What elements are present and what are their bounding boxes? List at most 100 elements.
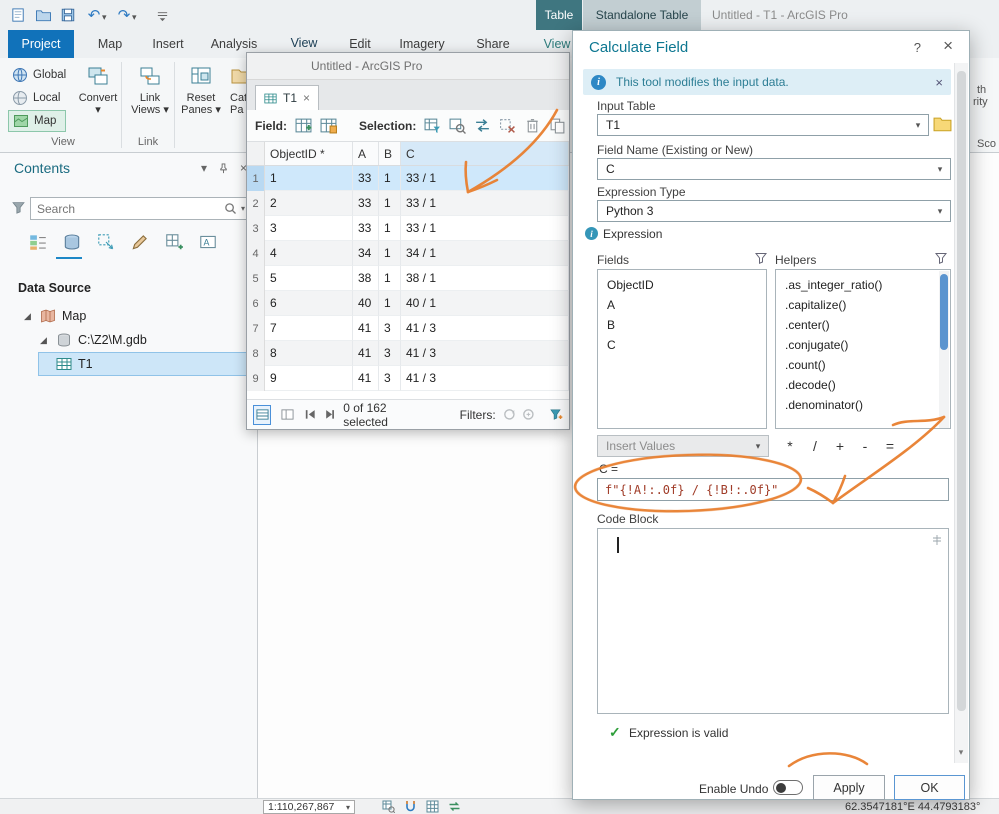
row-number[interactable]: 6: [247, 291, 265, 316]
close-tab-icon[interactable]: ×: [303, 91, 310, 105]
row-number[interactable]: 1: [247, 166, 265, 191]
redo-dropdown-icon[interactable]: ▾: [132, 12, 137, 23]
table-cell[interactable]: 41 / 3: [401, 341, 569, 366]
table-cell[interactable]: 33: [353, 166, 379, 191]
clear-selection-icon[interactable]: [499, 117, 516, 134]
table-cell[interactable]: 34 / 1: [401, 241, 569, 266]
table-row[interactable]: 1 1 33 1 33 / 1: [247, 166, 569, 191]
table-cell[interactable]: 40: [353, 291, 379, 316]
zoom-to-selection-icon[interactable]: [449, 117, 467, 134]
filter-fields-icon[interactable]: [755, 252, 767, 264]
column-header-b[interactable]: B: [379, 142, 401, 165]
row-number[interactable]: 3: [247, 216, 265, 241]
apply-button[interactable]: Apply: [813, 775, 885, 800]
tab-map[interactable]: Map: [90, 30, 130, 58]
table-cell[interactable]: 3: [379, 316, 401, 341]
search-input[interactable]: [31, 201, 224, 216]
equals-operator-button[interactable]: =: [879, 435, 901, 456]
row-number[interactable]: 8: [247, 341, 265, 366]
table-cell[interactable]: 33 / 1: [401, 191, 569, 216]
table-cell[interactable]: 1: [379, 166, 401, 191]
tree-item-t1[interactable]: T1: [56, 352, 93, 376]
select-all-corner[interactable]: [247, 142, 265, 165]
table-cell[interactable]: 1: [265, 166, 353, 191]
list-item[interactable]: .as_integer_ratio(): [776, 275, 950, 295]
expander-icon[interactable]: ◢: [40, 335, 50, 346]
input-table-select[interactable]: T1 ▾: [597, 114, 929, 136]
table-row[interactable]: 7 7 41 3 41 / 3: [247, 316, 569, 341]
row-number[interactable]: 7: [247, 316, 265, 341]
undo-icon[interactable]: ↶: [84, 5, 104, 25]
table-cell[interactable]: 41 / 3: [401, 316, 569, 341]
row-number[interactable]: 4: [247, 241, 265, 266]
table-cell[interactable]: 5: [265, 266, 353, 291]
table-cell[interactable]: 33 / 1: [401, 216, 569, 241]
next-record-icon[interactable]: [323, 408, 336, 422]
list-by-data-source-icon[interactable]: [62, 232, 82, 252]
snap-toggle-icon[interactable]: [404, 800, 417, 813]
row-number[interactable]: 2: [247, 191, 265, 216]
link-views-button[interactable]: Link Views ▾: [126, 60, 174, 140]
tree-item-map[interactable]: ◢ Map: [24, 304, 86, 328]
table-cell[interactable]: 38: [353, 266, 379, 291]
table-cell[interactable]: 7: [265, 316, 353, 341]
list-by-editing-icon[interactable]: [130, 232, 150, 252]
add-field-icon[interactable]: [295, 117, 312, 134]
table-cell[interactable]: 1: [379, 216, 401, 241]
search-icon[interactable]: [224, 202, 237, 215]
grid-magnifier-icon[interactable]: [382, 800, 395, 813]
grid-icon[interactable]: [426, 800, 439, 813]
table-cell[interactable]: 2: [265, 191, 353, 216]
list-item[interactable]: .count(): [776, 355, 950, 375]
delete-selection-icon[interactable]: [524, 117, 541, 134]
reset-panes-button[interactable]: Reset Panes ▾: [176, 60, 226, 140]
table-cell[interactable]: 8: [265, 341, 353, 366]
context-group-table[interactable]: Table: [536, 0, 582, 30]
select-by-attributes-icon[interactable]: [424, 117, 441, 134]
column-header-c[interactable]: C: [401, 142, 569, 165]
table-row[interactable]: 4 4 34 1 34 / 1: [247, 241, 569, 266]
list-by-selection-icon[interactable]: [96, 232, 116, 252]
list-item[interactable]: .denominator(): [776, 395, 950, 415]
helpers-list[interactable]: .as_integer_ratio() .capitalize() .cente…: [775, 269, 951, 429]
context-group-standalone-table[interactable]: Standalone Table: [583, 0, 701, 30]
list-item[interactable]: B: [598, 315, 766, 335]
calculate-field-icon[interactable]: [320, 117, 337, 134]
global-scene-button[interactable]: Global: [8, 64, 70, 86]
table-window-title[interactable]: Untitled - ArcGIS Pro: [247, 53, 569, 80]
table-cell[interactable]: 41: [353, 316, 379, 341]
filter-icon[interactable]: [12, 201, 25, 214]
list-item[interactable]: .center(): [776, 315, 950, 335]
helpers-scrollbar[interactable]: [939, 271, 949, 428]
switch-selection-icon[interactable]: [474, 117, 491, 134]
table-cell[interactable]: 34: [353, 241, 379, 266]
table-cell[interactable]: 38 / 1: [401, 266, 569, 291]
list-item[interactable]: C: [598, 335, 766, 355]
tab-insert[interactable]: Insert: [146, 30, 190, 58]
pin-icon[interactable]: [218, 162, 229, 174]
tree-item-gdb[interactable]: ◢ C:\Z2\M.gdb: [40, 328, 147, 352]
customize-quick-access-icon[interactable]: [152, 5, 172, 25]
table-cell[interactable]: 41 / 3: [401, 366, 569, 391]
table-cell[interactable]: 1: [379, 191, 401, 216]
table-cell[interactable]: 33 / 1: [401, 166, 569, 191]
tab-project[interactable]: Project: [8, 30, 74, 58]
help-icon[interactable]: ?: [914, 40, 921, 55]
table-row[interactable]: 9 9 41 3 41 / 3: [247, 366, 569, 391]
scrollbar-thumb[interactable]: [957, 71, 966, 711]
row-number[interactable]: 9: [247, 366, 265, 391]
dialog-scrollbar[interactable]: [954, 63, 968, 763]
table-row[interactable]: 8 8 41 3 41 / 3: [247, 341, 569, 366]
form-view-icon[interactable]: [278, 405, 296, 425]
table-view-icon[interactable]: [253, 404, 272, 425]
table-row[interactable]: 2 2 33 1 33 / 1: [247, 191, 569, 216]
dismiss-banner-icon[interactable]: ×: [935, 75, 943, 90]
local-scene-button[interactable]: Local: [8, 87, 70, 109]
table-cell[interactable]: 3: [379, 366, 401, 391]
list-by-drawing-order-icon[interactable]: [28, 232, 48, 252]
active-filter-icon[interactable]: [550, 408, 563, 422]
scroll-down-icon[interactable]: ▾: [954, 747, 968, 758]
row-number[interactable]: 5: [247, 266, 265, 291]
sync-views-icon[interactable]: [448, 800, 461, 813]
expander-icon[interactable]: ◢: [24, 311, 34, 322]
